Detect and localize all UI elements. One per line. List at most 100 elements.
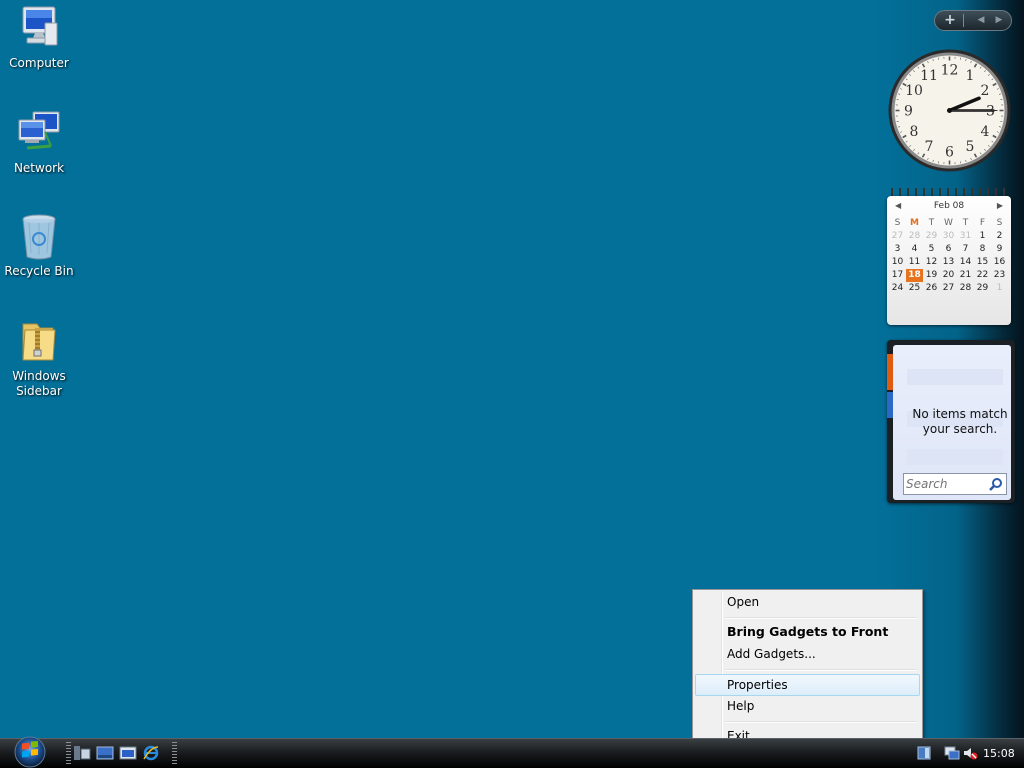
calendar-next-button[interactable]: ▶ — [997, 201, 1003, 210]
calendar-gadget[interactable]: ◀ Feb 08 ▶ S M T W T F S 27 28 29 30 31 1 2 3 4 5 6 7 8 9 10 1… — [887, 188, 1011, 325]
calendar-day[interactable]: 9 — [991, 243, 1008, 256]
desktop-icon-computer[interactable]: Computer — [4, 5, 74, 71]
no-results-message: No items match your search. — [912, 407, 1008, 436]
calendar-weekday: M — [910, 218, 919, 228]
calendar-day[interactable]: 7 — [957, 243, 974, 256]
menu-item-label: Add Gadgets... — [727, 647, 816, 661]
calendar-weekday: T — [928, 218, 935, 228]
desktop-icon-label: Windows Sidebar — [12, 369, 66, 398]
feed-search-input[interactable] — [906, 476, 986, 492]
calendar-day[interactable]: 31 — [957, 230, 974, 243]
calendar-prev-button[interactable]: ◀ — [895, 201, 901, 210]
calendar-day[interactable]: 1 — [974, 230, 991, 243]
show-desktop-icon[interactable] — [96, 745, 114, 761]
calendar-today[interactable]: 18 — [906, 269, 923, 282]
calendar-day[interactable]: 25 — [906, 282, 923, 295]
calendar-day[interactable]: 3 — [889, 243, 906, 256]
calendar-day[interactable]: 29 — [923, 230, 940, 243]
recycle-bin-icon — [22, 214, 56, 260]
calendar-day[interactable]: 5 — [923, 243, 940, 256]
calendar-day[interactable]: 15 — [974, 256, 991, 269]
clock-numeral: 12 — [941, 63, 959, 79]
clock-face-icon: 121234567891011 — [888, 49, 1011, 172]
clock-numeral: 1 — [966, 68, 975, 84]
calendar-day[interactable]: 26 — [923, 282, 940, 295]
menu-item-properties[interactable]: Properties — [695, 674, 920, 696]
menu-item-label: Properties — [727, 678, 788, 692]
menu-item-label: Help — [727, 699, 755, 713]
calendar-day[interactable]: 27 — [940, 282, 957, 295]
calendar-weekday: W — [944, 218, 953, 228]
calendar-month-label: Feb 08 — [933, 201, 965, 211]
calendar-weekday: F — [979, 218, 986, 228]
menu-item-bring-gadgets-to-front[interactable]: Bring Gadgets to Front — [695, 621, 920, 643]
calendar-day[interactable]: 20 — [940, 269, 957, 282]
calendar-day[interactable]: 4 — [906, 243, 923, 256]
calendar-day[interactable]: 14 — [957, 256, 974, 269]
calendar-weekday: S — [996, 218, 1003, 228]
taskbar-grip[interactable] — [66, 742, 71, 764]
clock-numeral: 10 — [905, 83, 923, 99]
desktop-icon-label: Network — [13, 161, 65, 175]
computer-icon — [22, 6, 58, 46]
calendar-week-row: 10 11 12 13 14 15 16 — [889, 256, 1009, 269]
sidebar-tray-icon[interactable] — [916, 745, 932, 761]
menu-item-label: Bring Gadgets to Front — [727, 624, 889, 639]
calendar-day[interactable]: 17 — [889, 269, 906, 282]
clock-gadget[interactable]: 121234567891011 — [887, 48, 1012, 173]
menu-item-open[interactable]: Open — [695, 591, 920, 613]
taskbar-grip[interactable] — [172, 742, 177, 764]
calendar-day[interactable]: 12 — [923, 256, 940, 269]
desktop-icon-network[interactable]: Network — [4, 110, 74, 176]
volume-muted-icon[interactable] — [962, 745, 978, 761]
clock-numeral: 4 — [981, 124, 990, 140]
menu-item-add-gadgets[interactable]: Add Gadgets... — [695, 643, 920, 665]
calendar-day[interactable]: 1 — [991, 282, 1008, 295]
search-icon[interactable] — [988, 476, 1004, 492]
calendar-day[interactable]: 22 — [974, 269, 991, 282]
calendar-week-row: 27 28 29 30 31 1 2 — [889, 230, 1009, 243]
add-gadget-button[interactable]: + — [939, 11, 961, 30]
calendar-day[interactable]: 13 — [940, 256, 957, 269]
calendar-day[interactable]: 16 — [991, 256, 1008, 269]
internet-explorer-icon[interactable] — [142, 745, 160, 761]
clock-numeral: 5 — [966, 139, 975, 155]
calendar-day[interactable]: 27 — [889, 230, 906, 243]
sidebar-context-menu: Open Bring Gadgets to Front Add Gadgets.… — [692, 589, 923, 749]
switch-windows-icon[interactable] — [73, 745, 91, 761]
calendar-day[interactable]: 28 — [906, 230, 923, 243]
next-page-button[interactable]: ▶ — [991, 11, 1007, 30]
calendar-day[interactable]: 2 — [991, 230, 1008, 243]
menu-gutter — [721, 592, 723, 746]
desktop-icon-windows-sidebar[interactable]: Windows Sidebar — [4, 318, 74, 399]
clock-numeral: 8 — [910, 124, 919, 140]
clock-numeral: 11 — [920, 68, 938, 84]
calendar-day[interactable]: 30 — [940, 230, 957, 243]
calendar-grid: S M T W T F S 27 28 29 30 31 1 2 3 4 5 6 7 8 9 10 11 12 13 14 15 16… — [889, 217, 1009, 295]
feed-panel: No items match your search. — [893, 345, 1011, 500]
network-tray-icon[interactable] — [944, 745, 960, 761]
calendar-day[interactable]: 10 — [889, 256, 906, 269]
feed-search-box[interactable] — [903, 473, 1007, 495]
calendar-day[interactable]: 29 — [974, 282, 991, 295]
calendar-day[interactable]: 8 — [974, 243, 991, 256]
window-icon[interactable] — [119, 745, 137, 761]
calendar-day[interactable]: 23 — [991, 269, 1008, 282]
desktop-icon-label: Recycle Bin — [4, 264, 74, 278]
calendar-day[interactable]: 6 — [940, 243, 957, 256]
windows-start-orb-icon[interactable] — [8, 734, 52, 768]
menu-item-help[interactable]: Help — [695, 695, 920, 717]
calendar-day[interactable]: 11 — [906, 256, 923, 269]
clock-time[interactable]: 15:08 — [983, 747, 1015, 760]
calendar-week-row: 3456789 — [889, 243, 1009, 256]
calendar-day[interactable]: 19 — [923, 269, 940, 282]
calendar-week-row: 17 18 19 20 21 22 23 — [889, 269, 1009, 282]
calendar-day[interactable]: 21 — [957, 269, 974, 282]
calendar-day[interactable]: 24 — [889, 282, 906, 295]
feed-headlines-gadget[interactable]: No items match your search. — [887, 340, 1015, 503]
calendar-header: ◀ Feb 08 ▶ — [887, 201, 1011, 215]
calendar-weekday: S — [894, 218, 901, 228]
previous-page-button[interactable]: ◀ — [973, 11, 989, 30]
desktop-icon-recycle-bin[interactable]: Recycle Bin — [4, 213, 74, 279]
calendar-day[interactable]: 28 — [957, 282, 974, 295]
